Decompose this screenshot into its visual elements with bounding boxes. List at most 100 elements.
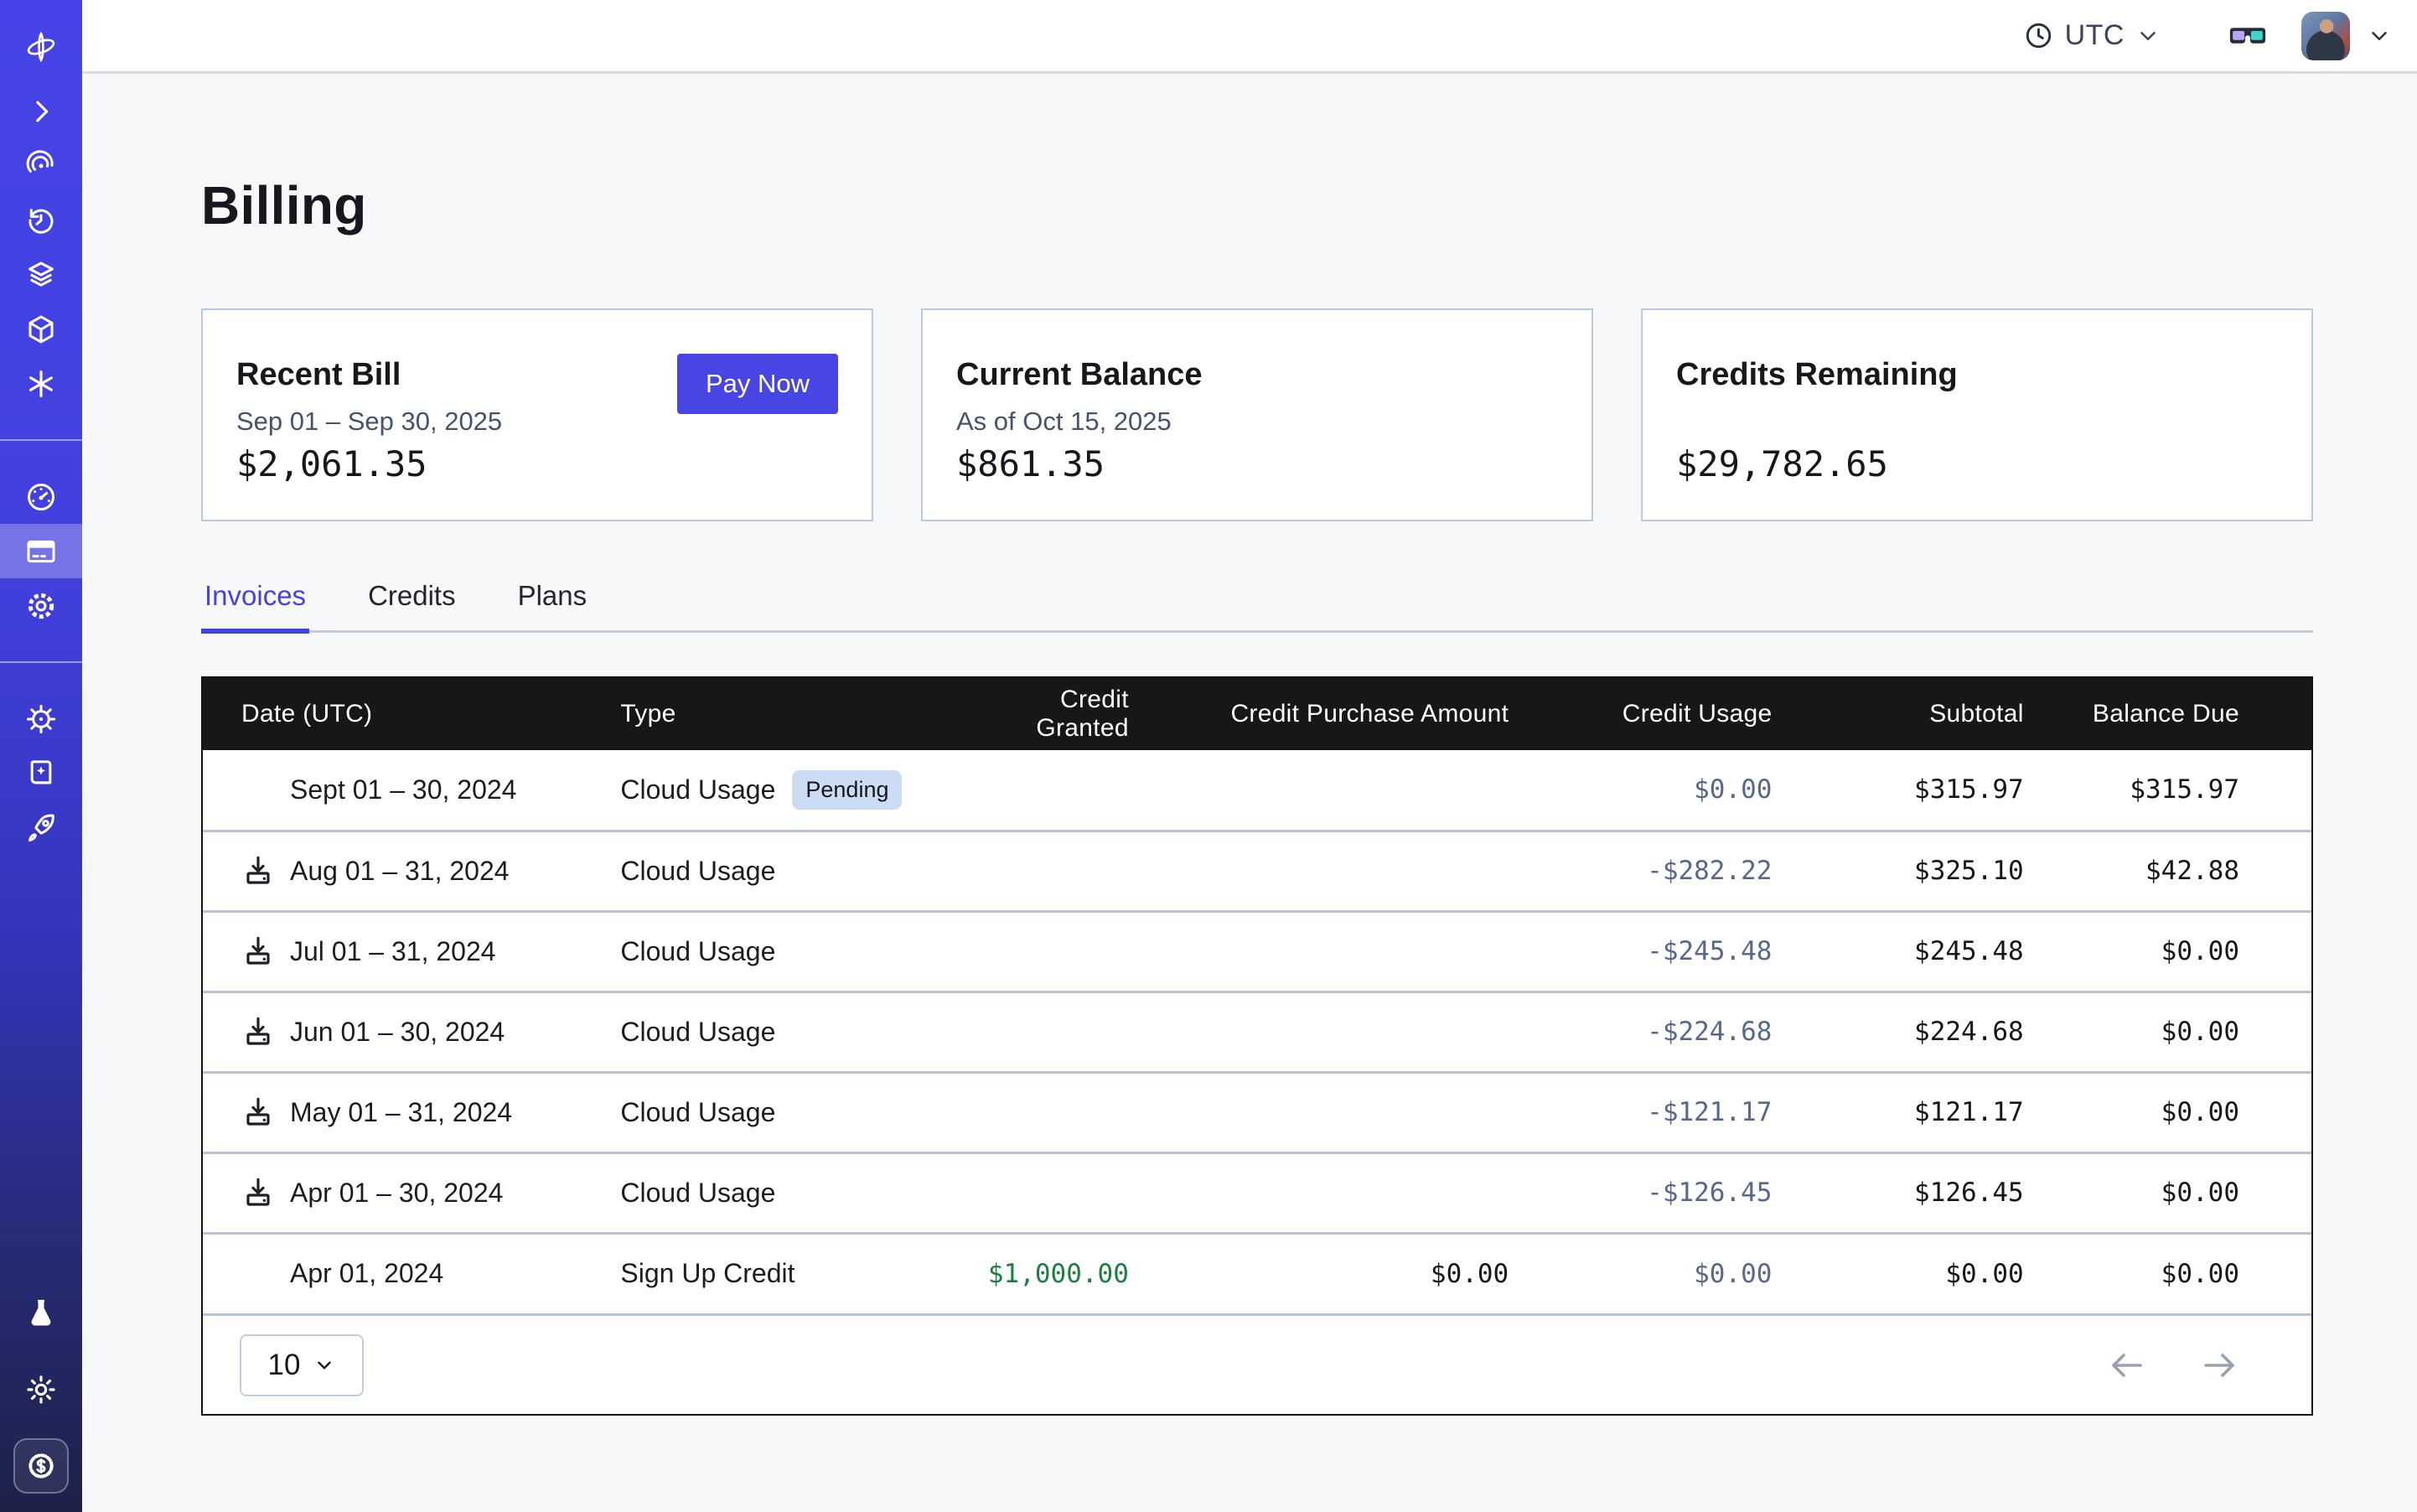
page-size-select[interactable]: 10 [240,1334,364,1396]
download-invoice-button[interactable] [241,1095,275,1129]
credit-granted-value: $1,000.00 [988,1259,1129,1289]
timezone-selector[interactable]: UTC [2023,19,2161,52]
credit-purchase-value [1149,992,1529,1072]
app-logo[interactable] [0,0,82,84]
invoice-row: Jun 01 – 30, 2024 Cloud Usage -$224.68 $… [203,992,2311,1072]
sidebar-item-settings[interactable] [0,578,82,633]
credit-usage-value: -$121.17 [1647,1097,1772,1127]
credit-purchase-value [1149,1152,1529,1233]
card-title: Current Balance [956,357,1558,393]
invoice-type: Sign Up Credit [620,1258,794,1288]
avatar[interactable] [2301,12,2350,60]
tab-credits[interactable]: Credits [365,580,459,634]
billing-page: Billing Recent Bill Sep 01 – Sep 30, 202… [82,74,2417,1512]
timezone-label: UTC [2065,19,2125,52]
sidebar-item-expand[interactable] [0,84,82,138]
dollar-badge-icon [24,1449,58,1483]
sidebar-item-containers[interactable] [0,302,82,356]
table-pagination: 10 [203,1313,2311,1414]
summary-cards: Recent Bill Sep 01 – Sep 30, 2025 $2,061… [201,308,2313,521]
invoice-type: Cloud Usage [620,774,775,805]
rocket-icon [24,811,58,845]
credit-usage-value: -$245.48 [1647,936,1772,966]
chevron-down-icon [2135,23,2161,49]
credit-granted-value [981,992,1149,1072]
sidebar-item-getting-started[interactable] [0,800,82,855]
sidebar-divider [0,439,82,441]
credit-purchase-value: $0.00 [1149,1233,1529,1313]
sidebar-item-kubernetes[interactable] [0,691,82,746]
col-balance-due: Balance Due [2044,678,2311,750]
arrow-right-icon [2199,1345,2239,1385]
credit-granted-value [981,750,1149,831]
sidebar-divider [0,661,82,663]
sidebar-item-services[interactable] [0,356,82,411]
credit-granted-value [981,911,1149,992]
download-invoice-button[interactable] [241,935,275,968]
invoice-row: Apr 01 – 30, 2024 Cloud Usage -$126.45 $… [203,1152,2311,1233]
balance-due-value: $0.00 [2044,1152,2311,1233]
chevron-right-icon [24,95,58,128]
sidebar-item-credits[interactable] [13,1438,69,1494]
subtotal-value: $245.48 [1792,911,2043,992]
subtotal-value: $0.00 [1792,1233,2043,1313]
cube-icon [24,313,58,346]
sun-icon [24,1373,58,1406]
credit-usage-value: -$282.22 [1647,856,1772,886]
invoice-type: Cloud Usage [620,856,775,886]
subtotal-value: $126.45 [1792,1152,2043,1233]
flask-icon [24,1297,58,1330]
sidebar-item-history[interactable] [0,193,82,247]
previous-page-button[interactable] [2107,1345,2147,1385]
credit-purchase-value [1149,750,1529,831]
credits-remaining-card: Credits Remaining $29,782.65 [1641,308,2313,521]
balance-due-value: $0.00 [2044,1233,2311,1313]
tab-plans[interactable]: Plans [515,580,591,634]
download-invoice-button[interactable] [241,1176,275,1209]
col-credit-usage: Credit Usage [1529,678,1792,750]
subtotal-value: $315.97 [1792,750,2043,831]
table-header-row: Date (UTC) Type Credit Granted Credit Pu… [203,678,2311,750]
sidebar-item-labs[interactable] [13,1286,69,1340]
invoice-row: Sept 01 – 30, 2024 Cloud UsagePending $0… [203,750,2311,831]
sidebar-item-docs[interactable] [0,746,82,800]
invoice-row: Aug 01 – 31, 2024 Cloud Usage -$282.22 $… [203,831,2311,911]
invoice-date: Sept 01 – 30, 2024 [290,774,516,805]
credit-purchase-value [1149,1072,1529,1152]
invoice-date: May 01 – 31, 2024 [290,1097,512,1128]
download-icon [241,935,275,968]
download-invoice-button[interactable] [241,854,275,888]
helm-icon [24,702,58,736]
next-page-button[interactable] [2199,1345,2239,1385]
credit-purchase-value [1149,831,1529,911]
sidebar [0,0,82,1512]
credit-usage-value: $0.00 [1694,774,1772,805]
sidebar-item-theme-toggle[interactable] [13,1362,69,1416]
credit-usage-value: $0.00 [1694,1259,1772,1289]
balance-due-value: $42.88 [2044,831,2311,911]
tab-invoices[interactable]: Invoices [201,580,309,634]
topbar: UTC [82,0,2417,74]
layers-icon [24,258,58,292]
sidebar-item-billing[interactable] [0,524,82,578]
balance-due-value: $0.00 [2044,1072,2311,1152]
invoice-type: Cloud Usage [620,1097,775,1127]
3d-glasses-icon[interactable] [2226,19,2269,53]
page-title: Billing [201,174,2313,236]
balance-due-value: $0.00 [2044,911,2311,992]
sidebar-item-observe[interactable] [0,138,82,193]
pay-now-button[interactable]: Pay Now [677,354,838,414]
invoice-row: Jul 01 – 31, 2024 Cloud Usage -$245.48 $… [203,911,2311,992]
settings-gear-icon [24,589,58,623]
sidebar-item-usage[interactable] [0,469,82,524]
download-invoice-button[interactable] [241,1015,275,1049]
credit-purchase-value [1149,911,1529,992]
recent-bill-amount: $2,061.35 [236,443,427,484]
subtotal-value: $121.17 [1792,1072,2043,1152]
col-credit-purchase-amount: Credit Purchase Amount [1149,678,1529,750]
account-chevron-down-icon[interactable] [2367,23,2392,49]
sidebar-item-stacks[interactable] [0,247,82,302]
credit-granted-value [981,1072,1149,1152]
credit-granted-value [981,1152,1149,1233]
current-balance-card: Current Balance As of Oct 15, 2025 $861.… [921,308,1593,521]
